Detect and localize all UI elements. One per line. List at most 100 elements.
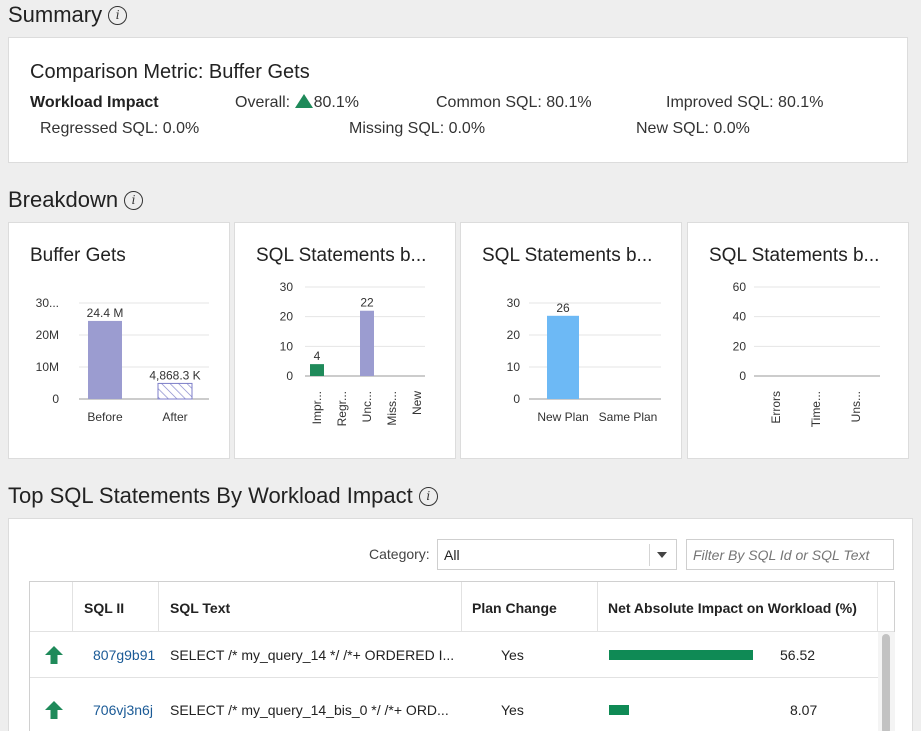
plan-change-cell: Yes — [501, 702, 524, 718]
top-sql-heading: Top SQL Statements By Workload Impact i — [8, 483, 438, 509]
sql-text-cell: SELECT /* my_query_14 */ /*+ ORDERED I..… — [170, 647, 455, 663]
y-tick-label: 60 — [733, 280, 747, 294]
column-divider — [597, 582, 598, 631]
info-icon[interactable]: i — [108, 5, 128, 25]
x-tick-label: After — [162, 410, 187, 424]
regressed-sql-metric: Regressed SQL: 0.0% — [40, 120, 200, 137]
y-tick-label: 10 — [280, 339, 294, 353]
category-select[interactable]: All — [437, 539, 677, 570]
x-tick-label: Before — [87, 410, 123, 424]
improved-sql-metric: Improved SQL: 80.1% — [666, 94, 824, 111]
breakdown-heading: Breakdown i — [8, 187, 144, 213]
buffer-gets-chart: 0 10M 20M 30... 24.4 M Before 4,868.3 K After — [36, 296, 209, 424]
x-tick-label: Uns... — [849, 391, 863, 422]
x-tick-label: Time... — [809, 391, 823, 427]
column-header-sql-id[interactable]: SQL II — [84, 600, 124, 616]
impact-value: 8.07 — [790, 702, 818, 718]
column-divider — [158, 582, 159, 631]
y-tick-label: 0 — [513, 392, 520, 406]
table-row[interactable]: 807g9b91 SELECT /* my_query_14 */ /*+ OR… — [30, 632, 878, 677]
sql-by-errors-chart: 0 20 40 60 Errors Time... Uns... — [733, 280, 880, 427]
sql-by-plan-chart: 0 10 20 30 26 New Plan Same Plan — [507, 296, 661, 424]
y-tick-label: 0 — [739, 369, 746, 383]
sql-by-category-chart: 0 10 20 30 4 Impr... Regr... 22 Unc... Miss... New — [280, 280, 425, 426]
y-tick-label: 10 — [507, 360, 521, 374]
x-tick-label: Same Plan — [599, 410, 658, 424]
chart-card-sql-by-category: SQL Statements b... 0 10 20 30 4 Impr... Regr.… — [234, 222, 456, 459]
category-select-value: All — [444, 547, 460, 563]
y-tick-label: 0 — [286, 369, 293, 383]
missing-sql-metric: Missing SQL: 0.0% — [349, 120, 486, 137]
column-header-plan-change[interactable]: Plan Change — [472, 600, 557, 616]
column-divider — [72, 582, 73, 631]
y-tick-label: 30 — [507, 296, 521, 310]
top-sql-heading-text: Top SQL Statements By Workload Impact — [8, 483, 413, 508]
top-sql-card: Category: All SQL II SQL Text Plan Chang… — [8, 518, 913, 731]
y-tick-label: 40 — [733, 310, 747, 324]
y-tick-label: 20 — [733, 339, 747, 353]
breakdown-heading-text: Breakdown — [8, 187, 119, 212]
chart-card-buffer-gets: Buffer Gets 0 10M 20M 30... 24.4 M Before 4,86… — [8, 222, 230, 459]
plan-change-cell: Yes — [501, 647, 524, 663]
y-tick-label: 30... — [36, 296, 59, 310]
scrollbar-thumb[interactable] — [882, 634, 890, 731]
y-tick-label: 20 — [280, 310, 294, 324]
chevron-down-icon[interactable] — [657, 552, 667, 558]
bar — [88, 320, 122, 399]
data-label: 4 — [314, 349, 321, 363]
summary-card: Comparison Metric: Buffer Gets Workload … — [8, 37, 908, 163]
bar — [310, 364, 324, 376]
impact-bar — [609, 650, 753, 660]
data-label: 22 — [360, 296, 374, 310]
sql-id-link[interactable]: 807g9b91 — [93, 647, 155, 663]
y-tick-label: 30 — [280, 280, 294, 294]
y-tick-label: 10M — [36, 360, 59, 374]
increase-triangle-icon — [294, 94, 313, 108]
chart-card-sql-by-errors: SQL Statements b... 0 20 40 60 Errors Time...… — [687, 222, 909, 459]
top-sql-table: SQL II SQL Text Plan Change Net Absolute… — [29, 581, 895, 731]
bar — [360, 310, 374, 376]
select-divider — [649, 544, 650, 566]
column-header-net-impact[interactable]: Net Absolute Impact on Workload (%) — [608, 600, 857, 616]
column-header-sql-text[interactable]: SQL Text — [170, 600, 230, 616]
sql-id-link[interactable]: 706vj3n6j — [93, 702, 153, 718]
y-tick-label: 20 — [507, 328, 521, 342]
overall-metric: Overall: 80.1% — [235, 94, 359, 112]
comparison-metric-title: Comparison Metric: Buffer Gets — [30, 61, 310, 83]
x-tick-label: Errors — [769, 391, 783, 424]
summary-heading-text: Summary — [8, 2, 103, 27]
table-row[interactable]: 706vj3n6j SELECT /* my_query_14_bis_0 */… — [30, 678, 878, 728]
sql-text-cell: SELECT /* my_query_14_bis_0 */ /*+ ORD..… — [170, 702, 449, 718]
chart-card-sql-by-plan: SQL Statements b... 0 10 20 30 26 New Plan Sam… — [460, 222, 682, 459]
improved-arrow-icon — [45, 701, 63, 719]
data-label: 26 — [556, 301, 570, 315]
common-sql-metric: Common SQL: 80.1% — [436, 94, 592, 111]
category-label: Category: — [369, 546, 430, 562]
info-icon[interactable]: i — [418, 486, 438, 506]
y-tick-label: 20M — [36, 328, 59, 342]
x-tick-label: Miss... — [385, 391, 399, 426]
new-sql-metric: New SQL: 0.0% — [636, 120, 750, 137]
bar — [157, 382, 193, 400]
x-tick-label: New Plan — [537, 410, 588, 424]
x-tick-label: Impr... — [310, 391, 324, 424]
bar — [547, 315, 579, 399]
column-divider — [461, 582, 462, 631]
info-icon[interactable]: i — [124, 190, 144, 210]
improved-arrow-icon — [45, 646, 63, 664]
column-divider — [877, 582, 878, 631]
x-tick-label: Regr... — [335, 391, 349, 426]
y-tick-label: 0 — [52, 392, 59, 406]
filter-sql-input[interactable] — [686, 539, 894, 570]
impact-bar — [609, 705, 629, 715]
scrollbar-track[interactable] — [878, 632, 895, 731]
overall-label: Overall: — [235, 94, 291, 111]
data-label: 4,868.3 K — [149, 368, 200, 382]
overall-value: 80.1% — [313, 94, 359, 111]
workload-impact-label: Workload Impact — [30, 94, 159, 111]
data-label: 24.4 M — [87, 306, 124, 320]
x-tick-label: New — [410, 391, 424, 415]
impact-value: 56.52 — [780, 647, 816, 663]
summary-heading: Summary i — [8, 2, 128, 28]
x-tick-label: Unc... — [360, 391, 374, 422]
